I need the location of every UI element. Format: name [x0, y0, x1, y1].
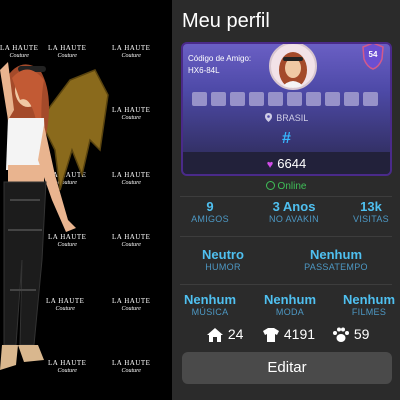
stat-value: 13k	[360, 199, 382, 214]
stat-label: PASSATEMPO	[304, 262, 368, 272]
location-pin-icon	[264, 113, 272, 122]
collection-counts: 24 4191 59	[172, 326, 400, 348]
avatar-figure	[0, 62, 109, 370]
stat-value: Nenhum	[343, 292, 395, 307]
divider	[180, 236, 392, 237]
profile-card: Código de Amigo: HX6-84L 54 BRASIL # ♥ 6…	[181, 42, 392, 176]
badge-slot[interactable]	[268, 92, 283, 106]
friend-code[interactable]: HX6-84L	[188, 66, 220, 75]
count-value: 24	[227, 326, 244, 342]
avatar-portrait	[279, 52, 307, 88]
country-label: BRASIL	[276, 113, 309, 123]
pets-count[interactable]: 59	[332, 326, 369, 343]
stat-music[interactable]: Nenhum MÚSICA	[178, 292, 242, 317]
stat-label: VISITAS	[353, 214, 389, 224]
gem-count: ♥ 6644	[183, 152, 390, 174]
level-value: 54	[368, 50, 378, 59]
stat-value: 9	[206, 199, 214, 214]
stat-label: AMIGOS	[191, 214, 229, 224]
stat-label: FILMES	[351, 307, 387, 317]
divider	[180, 284, 392, 285]
badge-slot[interactable]	[306, 92, 321, 106]
gem-value: 6644	[277, 156, 307, 171]
hashtag-icon[interactable]: #	[183, 130, 390, 148]
paw-icon	[333, 327, 349, 343]
edit-button[interactable]: Editar	[182, 352, 392, 384]
badge-slot[interactable]	[363, 92, 378, 106]
page-title: Meu perfil	[182, 10, 270, 32]
level-badge: 54	[362, 44, 384, 70]
stat-value: Nenhum	[310, 247, 362, 262]
count-value: 59	[353, 326, 370, 342]
divider	[180, 196, 392, 197]
badge-slot[interactable]	[211, 92, 226, 106]
stat-movies[interactable]: Nenhum FILMES	[338, 292, 400, 317]
badge-slot[interactable]	[230, 92, 245, 106]
stat-hobby[interactable]: Nenhum PASSATEMPO	[294, 247, 378, 272]
badge-slot[interactable]	[325, 92, 340, 106]
shirt-icon	[263, 328, 279, 343]
stat-visits: 13k VISITAS	[344, 199, 398, 224]
status-label: Online	[277, 181, 307, 192]
stat-label: NO AVAKIN	[269, 214, 319, 224]
stat-value: 3 Anos	[272, 199, 316, 214]
house-icon	[207, 328, 223, 343]
stat-value: Neutro	[202, 247, 244, 262]
badge-slot[interactable]	[344, 92, 359, 106]
homes-count[interactable]: 24	[206, 326, 243, 343]
stat-label: HUMOR	[205, 262, 241, 272]
country: BRASIL	[183, 113, 390, 123]
stat-label: MÚSICA	[191, 307, 229, 317]
badge-slot[interactable]	[192, 92, 207, 106]
clock-icon	[265, 181, 275, 190]
outfits-count[interactable]: 4191	[262, 326, 315, 343]
avatar[interactable]	[269, 44, 317, 90]
stat-value: Nenhum	[184, 292, 236, 307]
avatar-preview: LA HAUTE Couture LA HAUTE Couture LA HAUTE…	[0, 0, 172, 400]
friend-code-label: Código de Amigo:	[188, 54, 252, 63]
stat-years: 3 Anos NO AVAKIN	[254, 199, 334, 224]
stat-label: MODA	[275, 307, 305, 317]
heart-icon: ♥	[266, 159, 274, 171]
count-value: 4191	[283, 326, 316, 342]
badge-slot[interactable]	[287, 92, 302, 106]
stat-friends[interactable]: 9 AMIGOS	[180, 199, 240, 224]
stat-value: Nenhum	[264, 292, 316, 307]
stat-mood[interactable]: Neutro HUMOR	[190, 247, 256, 272]
stat-fashion[interactable]: Nenhum MODA	[258, 292, 322, 317]
profile-panel: Meu perfil Código de Amigo: HX6-84L 54 B…	[172, 0, 400, 400]
badge-slots	[192, 92, 378, 106]
badge-slot[interactable]	[249, 92, 264, 106]
online-status: Online	[172, 181, 400, 192]
